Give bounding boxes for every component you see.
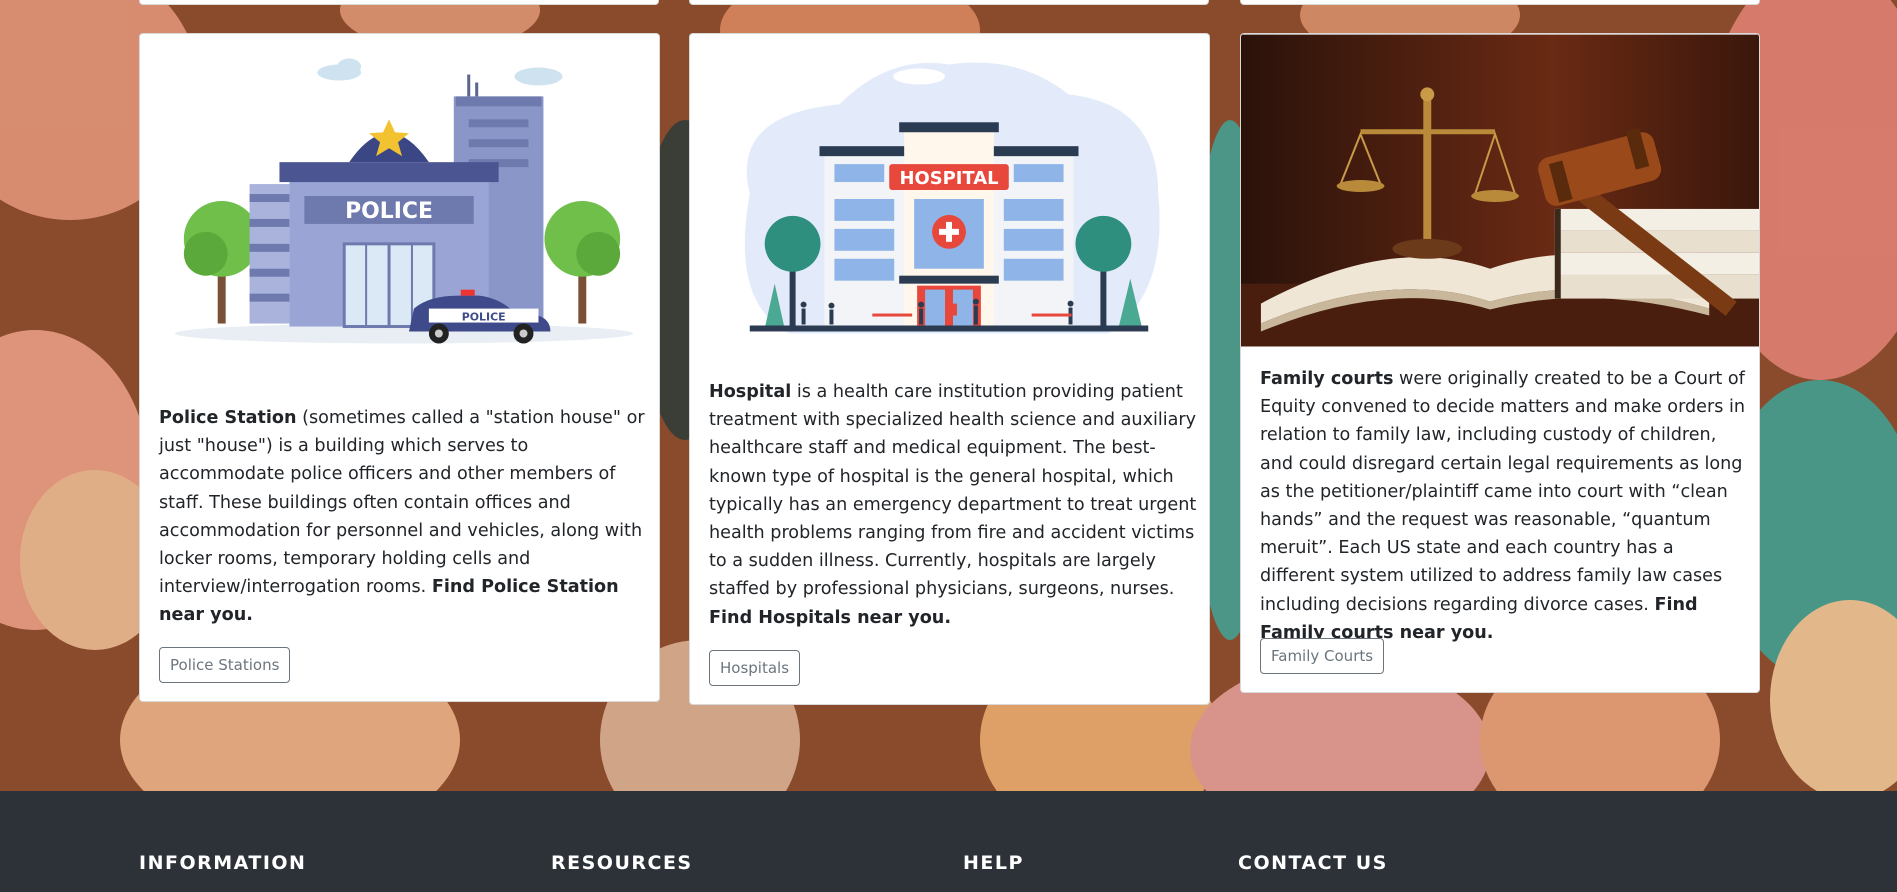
family-courts-button[interactable]: Family Courts <box>1260 638 1385 674</box>
police-station-card: POLICE POLICE Police Station (sometimes … <box>139 33 660 702</box>
hospital-cta: Find Hospitals near you. <box>709 607 952 628</box>
card-stub <box>689 0 1209 5</box>
site-footer <box>0 791 1897 892</box>
police-station-title: Police Station <box>159 408 297 428</box>
police-station-description: Police Station (sometimes called a "stat… <box>159 404 649 630</box>
police-stations-button[interactable]: Police Stations <box>159 647 291 683</box>
footer-heading-resources: RESOURCES <box>551 852 693 874</box>
police-sign: POLICE <box>345 199 433 224</box>
hospital-title: Hospital <box>709 382 792 402</box>
footer-heading-contact-us: CONTACT US <box>1238 852 1388 874</box>
footer-heading-information: INFORMATION <box>139 852 307 874</box>
card-stub <box>1240 0 1760 5</box>
police-car-label: POLICE <box>462 311 506 324</box>
police-station-illustration: POLICE POLICE <box>174 58 634 344</box>
family-courts-title: Family courts <box>1260 369 1394 389</box>
card-stub <box>139 0 659 5</box>
family-courts-photo <box>1241 34 1759 347</box>
family-courts-body: were originally created to be a Court of… <box>1260 369 1746 615</box>
hospital-sign: HOSPITAL <box>899 168 998 189</box>
hospitals-button[interactable]: Hospitals <box>709 650 801 686</box>
footer-heading-help: HELP <box>963 852 1024 874</box>
hospital-body: is a health care institution providing p… <box>709 382 1197 600</box>
hospital-description: Hospital is a health care institution pr… <box>709 378 1199 632</box>
police-station-body: (sometimes called a "station house" or j… <box>159 408 645 598</box>
hospital-card: HOSPITAL Hospital is a health care insti… <box>689 33 1210 705</box>
family-courts-description: Family courts were originally created to… <box>1260 365 1750 647</box>
hospital-illustration: HOSPITAL <box>744 62 1160 334</box>
family-courts-card: Family courts were originally created to… <box>1240 33 1760 693</box>
